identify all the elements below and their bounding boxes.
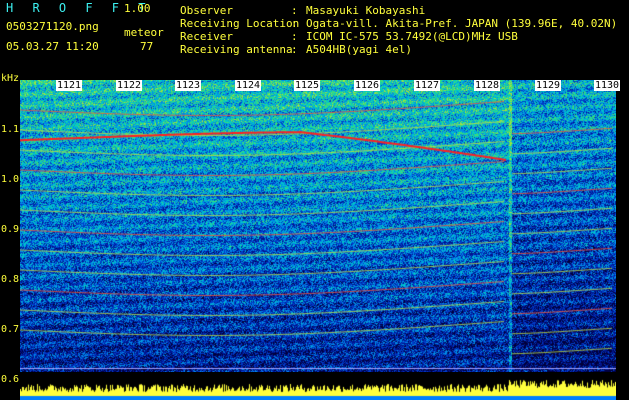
axis-unit-label: kHz — [1, 73, 20, 84]
y-tick-label: 1.0 — [1, 174, 20, 185]
info-key-receiver: Receiver — [180, 30, 233, 43]
info-key-location: Receiving Location — [180, 17, 300, 30]
info-key-antenna: Receiving antenna — [180, 43, 293, 56]
y-tick-label: 0.8 — [1, 274, 20, 285]
x-tick-label: 1122 — [116, 80, 143, 91]
x-tick-label: 1126 — [354, 80, 381, 91]
x-tick-label: 1130 — [594, 80, 621, 91]
info-value-antenna: A504HB(yagi 4el) — [306, 43, 412, 56]
meteor-count: 77 — [140, 40, 154, 53]
info-separator: : — [291, 17, 298, 30]
x-tick-label: 1128 — [474, 80, 501, 91]
info-value-receiver: ICOM IC-575 53.7492(@LCD)MHz USB — [306, 30, 518, 43]
signal-level-bar — [20, 372, 616, 400]
file-name: 0503271120.png — [6, 20, 99, 33]
x-tick-label: 1129 — [535, 80, 562, 91]
info-separator: : — [291, 4, 298, 17]
info-value-observer: Masayuki Kobayashi — [306, 4, 426, 17]
y-tick-label: 0.9 — [1, 224, 20, 235]
info-separator: : — [291, 43, 298, 56]
spectrogram-display — [20, 80, 616, 372]
x-tick-label: 1124 — [235, 80, 262, 91]
y-tick-label: 0.7 — [1, 324, 20, 335]
x-tick-label: 1123 — [175, 80, 202, 91]
info-value-location: Ogata-vill. Akita-Pref. JAPAN (139.96E, … — [306, 17, 618, 30]
info-key-observer: Observer — [180, 4, 233, 17]
x-tick-label: 1127 — [414, 80, 441, 91]
y-tick-label: 0.6 — [1, 374, 20, 385]
app-version: 1.00 — [124, 2, 151, 15]
timestamp: 05.03.27 11:20 — [6, 40, 99, 53]
y-tick-label: 1.1 — [1, 124, 20, 135]
mode-label: meteor — [124, 26, 164, 39]
x-tick-label: 1121 — [56, 80, 83, 91]
x-tick-label: 1125 — [294, 80, 321, 91]
info-separator: : — [291, 30, 298, 43]
